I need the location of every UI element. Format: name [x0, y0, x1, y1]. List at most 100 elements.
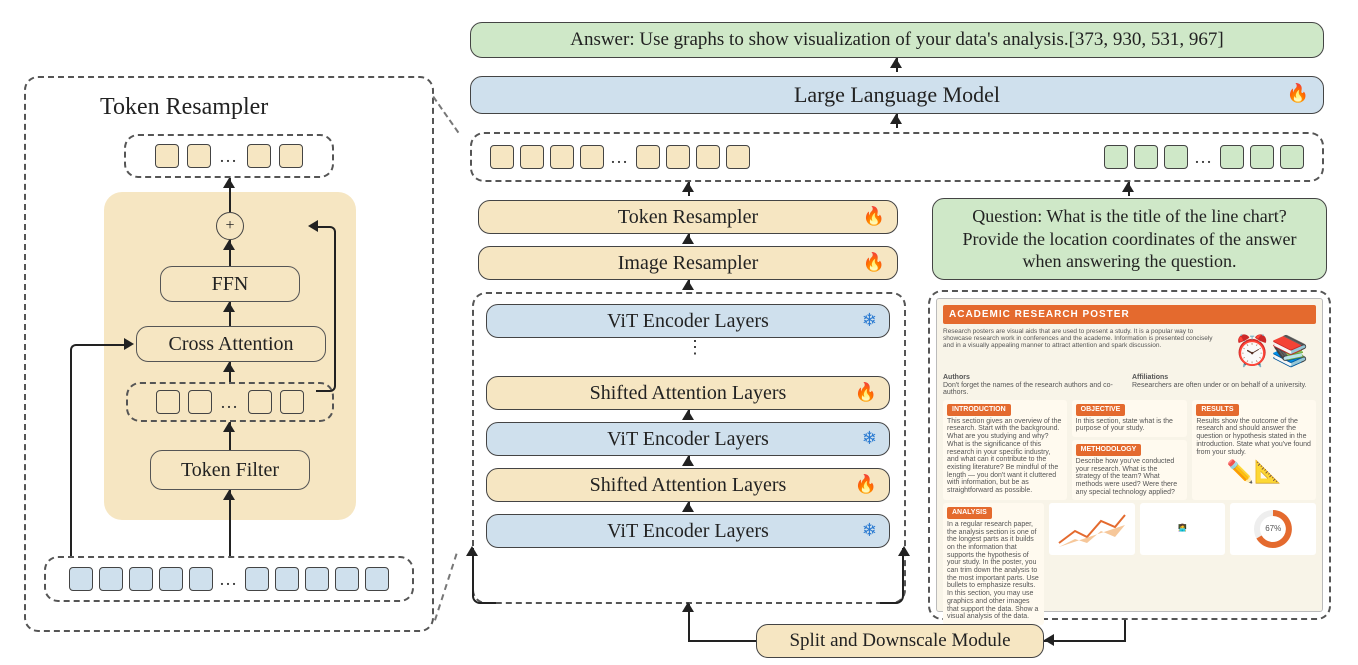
split-downscale-module-block: Split and Downscale Module: [756, 624, 1044, 658]
arrow-head: [682, 234, 694, 244]
arrow-head: [1044, 634, 1054, 646]
token-icon: [187, 144, 211, 168]
poster-mock: ACADEMIC RESEARCH POSTER Research poster…: [936, 298, 1323, 612]
token-icon: [1104, 145, 1128, 169]
token-icon: [1220, 145, 1244, 169]
label: Shifted Attention Layers: [590, 474, 787, 497]
ellipsis-icon: …: [219, 569, 239, 590]
token-icon: [159, 567, 183, 591]
token-icon: [580, 145, 604, 169]
label: ViT Encoder Layers: [607, 428, 769, 451]
poster-obj-t: In this section, state what is the purpo…: [1076, 418, 1184, 433]
arrow-head: [223, 178, 235, 188]
residual-line: [316, 226, 336, 392]
token-icon: [275, 567, 299, 591]
poster-meth-t: Describe how you've conducted your resea…: [1076, 458, 1184, 496]
arrow-head: [466, 546, 478, 556]
arrow-head: [682, 502, 694, 512]
token-icon: [129, 567, 153, 591]
poster-illustration-icon: 👩‍💻: [1140, 503, 1226, 555]
label: Shifted Attention Layers: [590, 382, 787, 405]
poster-ana-h: ANALYSIS: [947, 507, 992, 519]
token-icon: [305, 567, 329, 591]
token-icon: [1164, 145, 1188, 169]
vit-encoder-layer-block: ViT Encoder Layers ❄: [486, 514, 890, 548]
input-image-box: ACADEMIC RESEARCH POSTER Research poster…: [928, 290, 1331, 620]
callout-line: [434, 553, 458, 620]
arrow-head: [898, 546, 910, 556]
token-filter-block: Token Filter: [150, 450, 310, 490]
arrow-head: [890, 114, 902, 124]
arrow-head: [682, 456, 694, 466]
token-icon: [99, 567, 123, 591]
arrow-head: [223, 490, 235, 500]
arrow-head: [308, 220, 318, 232]
snowflake-icon: ❄: [862, 428, 877, 449]
shifted-attention-layer-block: Shifted Attention Layers 🔥: [486, 376, 890, 410]
poster-chart-line-icon: [1049, 503, 1135, 555]
arrow-head: [1122, 182, 1134, 192]
token-resampler-block: Token Resampler 🔥: [478, 200, 898, 234]
llm-label: Large Language Model: [794, 82, 1000, 108]
fire-icon: 🔥: [863, 206, 885, 227]
token-icon: [280, 390, 304, 414]
token-icon: [335, 567, 359, 591]
arrow-head: [682, 410, 694, 420]
arrow-head: [682, 602, 694, 612]
label: Token Resampler: [618, 206, 758, 229]
poster-pct: 67%: [1265, 525, 1281, 534]
token-icon: [550, 145, 574, 169]
poster-intro-h: INTRODUCTION: [947, 404, 1011, 416]
ffn-block: FFN: [160, 266, 300, 302]
poster-meth-h: METHODOLOGY: [1076, 444, 1142, 456]
token-icon: [247, 144, 271, 168]
callout-line: [432, 96, 459, 133]
token-icon: [245, 567, 269, 591]
arrow-head: [223, 422, 235, 432]
vit-encoder-layer-block: ViT Encoder Layers ❄: [486, 304, 890, 338]
ellipsis-icon: …: [610, 147, 630, 168]
ellipsis-icon: …: [1194, 147, 1214, 168]
poster-authors-t: Don't forget the names of the research a…: [943, 382, 1113, 397]
add-residual-icon: +: [216, 212, 244, 240]
token-icon: [1280, 145, 1304, 169]
cross-attention-block: Cross Attention: [136, 326, 326, 362]
shifted-attention-layer-block: Shifted Attention Layers 🔥: [486, 468, 890, 502]
arrow-head: [223, 302, 235, 312]
resampler-input-tokens: …: [44, 556, 414, 602]
connector-line: [1044, 640, 1126, 642]
text-token-group: …: [1104, 145, 1304, 169]
token-icon: [636, 145, 660, 169]
arrow-head: [682, 280, 694, 290]
token-icon: [189, 567, 213, 591]
resampler-output-tokens: …: [124, 134, 334, 178]
skip-line: [472, 548, 496, 604]
token-icon: [1250, 145, 1274, 169]
poster-intro-t: This section gives an overview of the re…: [947, 418, 1063, 495]
token-icon: [155, 144, 179, 168]
question-input-block: Question: What is the title of the line …: [932, 198, 1327, 280]
poster-affil-t: Researchers are often under or on behalf…: [1132, 382, 1307, 389]
bypass-line: [70, 344, 106, 556]
token-icon: [490, 145, 514, 169]
token-icon: [188, 390, 212, 414]
panel-title: Token Resampler: [100, 94, 268, 121]
token-icon: [666, 145, 690, 169]
fire-icon: 🔥: [863, 252, 885, 273]
ellipsis-icon: …: [220, 392, 240, 413]
token-icon: [365, 567, 389, 591]
arrow-head: [682, 182, 694, 192]
poster-res-h: RESULTS: [1196, 404, 1238, 416]
token-icon: [156, 390, 180, 414]
token-icon: [696, 145, 720, 169]
poster-subtitle: Research posters are visual aids that ar…: [943, 328, 1220, 349]
label: ViT Encoder Layers: [607, 310, 769, 333]
token-icon: [279, 144, 303, 168]
fire-icon: 🔥: [855, 382, 877, 403]
answer-output-block: Answer: Use graphs to show visualization…: [470, 22, 1324, 58]
resampler-mid-tokens: …: [126, 382, 334, 422]
snowflake-icon: ❄: [862, 310, 877, 331]
skip-line: [880, 548, 904, 604]
ellipsis-vertical-icon: ⋮: [686, 342, 704, 353]
ellipsis-icon: …: [219, 146, 239, 167]
